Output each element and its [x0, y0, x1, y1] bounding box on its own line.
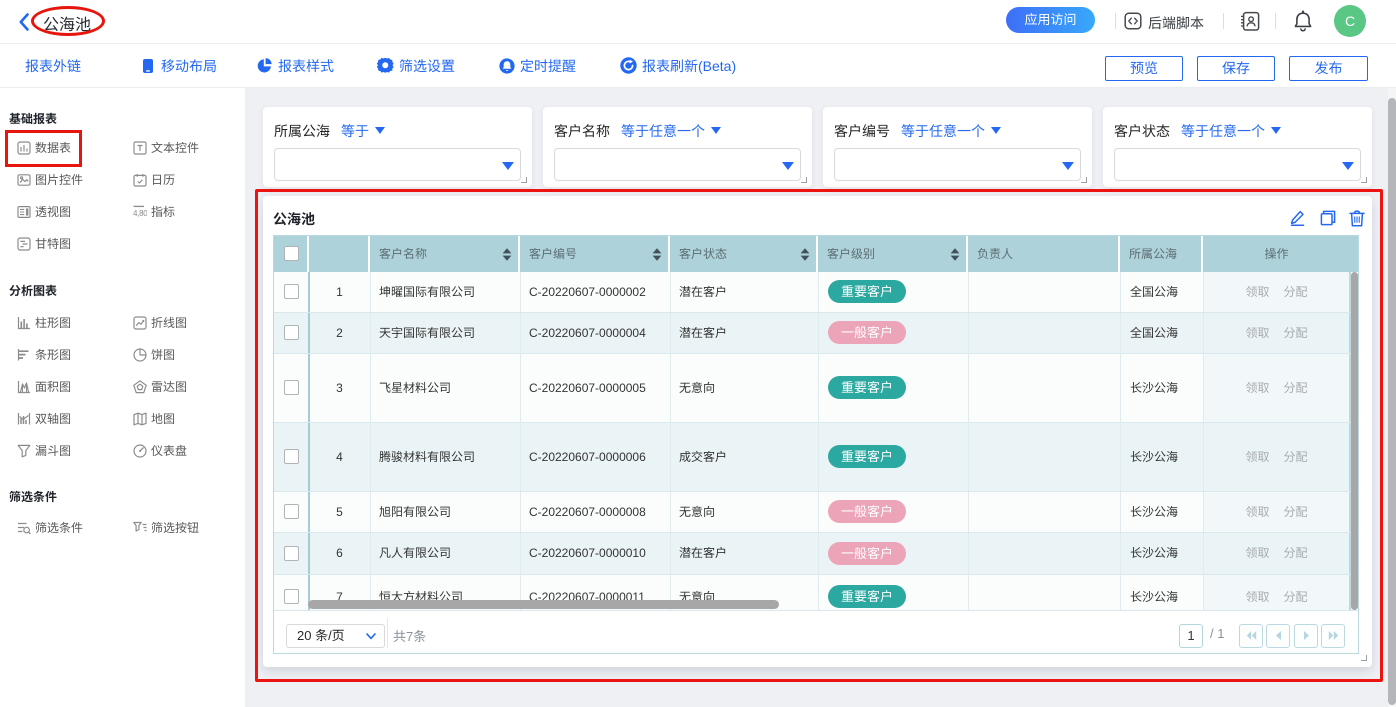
svg-text:4,80: 4,80: [133, 209, 147, 218]
